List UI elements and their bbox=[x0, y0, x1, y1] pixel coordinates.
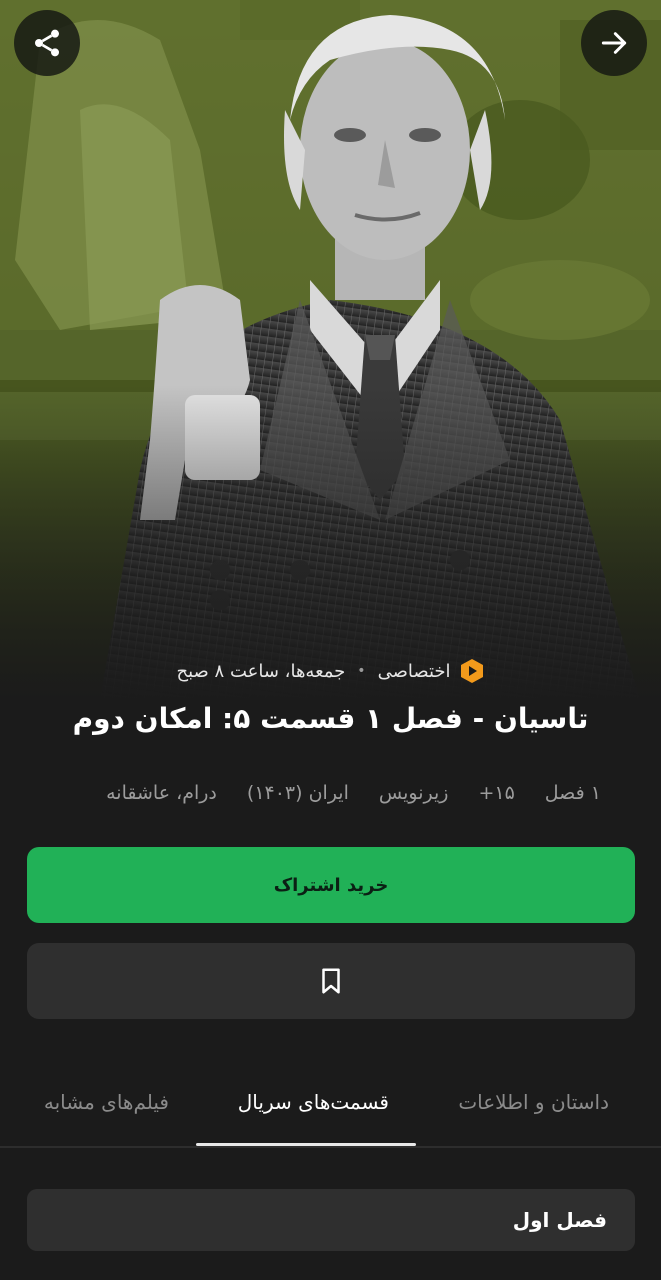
meta-row: اختصاصی • جمعه‌ها، ساعت ۸ صبح bbox=[0, 658, 661, 684]
play-logo-icon bbox=[459, 658, 485, 684]
tab-bar: داستان و اطلاعات قسمت‌های سریال فیلم‌های… bbox=[0, 1070, 661, 1148]
share-button[interactable] bbox=[14, 10, 80, 76]
info-country-year: ایران (۱۴۰۳) bbox=[246, 782, 349, 804]
hero-poster bbox=[0, 0, 661, 700]
info-genres: درام، عاشقانه bbox=[106, 782, 217, 804]
info-row: ۱ فصل +۱۵ زیرنویس ایران (۱۴۰۳) درام، عاش… bbox=[106, 782, 601, 804]
season-selector[interactable]: فصل اول bbox=[27, 1189, 635, 1251]
buy-subscription-button[interactable]: خرید اشتراک bbox=[27, 847, 635, 923]
info-seasons: ۱ فصل bbox=[544, 782, 601, 804]
separator-dot: • bbox=[357, 663, 366, 679]
schedule-text: جمعه‌ها، ساعت ۸ صبح bbox=[176, 660, 346, 682]
arrow-right-icon bbox=[601, 32, 627, 54]
active-tab-indicator bbox=[196, 1143, 416, 1146]
poster-artwork bbox=[0, 0, 661, 700]
info-age-rating: +۱۵ bbox=[478, 782, 515, 804]
info-subtitle: زیرنویس bbox=[378, 782, 449, 804]
back-button[interactable] bbox=[581, 10, 647, 76]
page-title: تاسیان - فصل ۱ قسمت ۵: امکان دوم bbox=[72, 702, 589, 735]
exclusive-badge: اختصاصی bbox=[377, 660, 451, 682]
bookmark-icon bbox=[322, 968, 340, 994]
tab-episodes[interactable]: قسمت‌های سریال bbox=[238, 1090, 389, 1114]
tab-similar-films[interactable]: فیلم‌های مشابه bbox=[44, 1090, 169, 1114]
bookmark-button[interactable] bbox=[27, 943, 635, 1019]
share-icon bbox=[35, 29, 59, 57]
tab-story-info[interactable]: داستان و اطلاعات bbox=[458, 1090, 609, 1114]
